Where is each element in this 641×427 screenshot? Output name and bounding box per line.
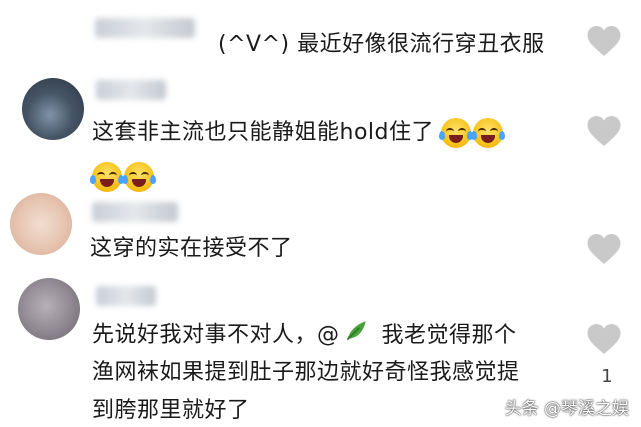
heart-icon xyxy=(587,26,621,56)
laughing-crying-emoji-icon xyxy=(471,118,506,148)
comment-text-line-3: 到胯那里就好了 xyxy=(92,398,250,423)
comment-text: (^V^) 最近好像很流行穿丑衣服 xyxy=(218,32,545,57)
avatar[interactable] xyxy=(22,78,84,140)
comment-text-line-1: 先说好我对事不对人，@ 我老觉得那个 xyxy=(92,318,517,353)
heart-icon xyxy=(587,324,621,354)
like-count: 1 xyxy=(601,366,613,387)
username-blurred xyxy=(96,80,166,100)
laughing-crying-emoji-icon xyxy=(439,118,474,148)
laughing-crying-emoji-icon xyxy=(90,162,124,192)
avatar[interactable] xyxy=(10,193,72,255)
username-blurred xyxy=(96,286,156,306)
comment-text: 这穿的实在接受不了 xyxy=(90,236,293,261)
like-button[interactable] xyxy=(586,114,626,154)
like-button[interactable] xyxy=(586,322,626,362)
comment-text-part: 我老觉得那个 xyxy=(381,322,517,348)
comment-emoji-line xyxy=(90,162,156,192)
avatar[interactable] xyxy=(18,278,80,340)
comment-text-line-2: 渔网袜如果提到肚子那边就好奇怪我感觉提 xyxy=(92,360,520,385)
mention-leaf-icon[interactable] xyxy=(343,318,369,353)
watermark: 头条 @琴溪之娱 xyxy=(504,399,629,419)
like-button[interactable] xyxy=(586,24,626,64)
like-button[interactable] xyxy=(586,232,626,272)
heart-icon xyxy=(587,234,621,264)
username-blurred xyxy=(95,18,195,38)
comment-text-content: 这套非主流也只能静姐能hold住了 xyxy=(92,120,434,145)
comment-text: 这套非主流也只能静姐能hold住了 xyxy=(92,118,506,148)
laughing-crying-emoji-icon xyxy=(122,162,156,192)
username-blurred xyxy=(92,202,178,222)
comment-text-part: 先说好我对事不对人，@ xyxy=(92,322,340,348)
heart-icon xyxy=(587,116,621,146)
